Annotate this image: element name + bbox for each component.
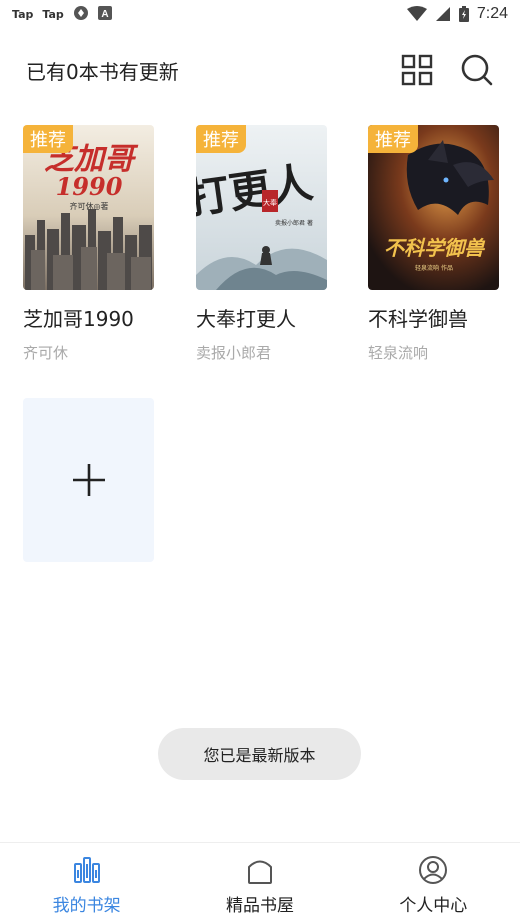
nav-item-bookshelf[interactable]: 我的书架 <box>0 843 173 924</box>
grid-view-icon <box>401 54 433 86</box>
book-item[interactable]: 不科学御兽 轻泉流响 作品 推荐 不科学御兽 轻泉流响 <box>368 125 499 363</box>
profile-icon <box>419 856 448 884</box>
book-cover[interactable]: 芝加哥 1990 齐可休◎著 推荐 <box>23 125 154 290</box>
battery-icon <box>458 6 469 22</box>
status-bar: Tap Tap A 7:24 <box>0 0 520 28</box>
book-author: 轻泉流响 <box>368 344 429 362</box>
book-item[interactable]: 芝加哥 1990 齐可休◎著 推荐 芝加哥1990 齐可休 <box>23 125 154 363</box>
plus-icon <box>72 464 105 496</box>
taptap-icon: Tap <box>42 7 64 21</box>
sync-icon <box>73 5 89 24</box>
bookshelf-icon <box>73 857 100 883</box>
book-cover[interactable]: 不科学御兽 轻泉流响 作品 推荐 <box>368 125 499 290</box>
nav-item-profile[interactable]: 个人中心 <box>347 843 520 924</box>
book-item[interactable]: 打更人 大奉 卖报小郎君 著 推荐 大奉打更人 卖报小郎君 <box>196 125 327 363</box>
recommend-badge: 推荐 <box>23 125 73 153</box>
cover-title-text: 不科学御兽 <box>384 236 486 260</box>
nav-label: 个人中心 <box>399 896 468 916</box>
signal-icon <box>435 6 451 22</box>
bottom-nav: 我的书架 精品书屋 个人中心 <box>0 842 520 924</box>
toast-message: 您已是最新版本 <box>158 728 361 780</box>
update-summary-title: 已有0本书有更新 <box>26 59 179 84</box>
cover-byline-text: 齐可休◎著 <box>70 201 109 211</box>
house-icon <box>247 860 272 884</box>
clock: 7:24 <box>476 5 508 22</box>
wifi-icon <box>406 6 427 22</box>
add-book-button[interactable] <box>23 398 154 562</box>
grid-view-button[interactable] <box>400 53 434 87</box>
cover-seal-text: 大奉 <box>263 198 277 207</box>
book-title[interactable]: 大奉打更人 <box>196 303 327 332</box>
cover-byline-text: 卖报小郎君 著 <box>275 219 313 227</box>
taptap-icon: Tap <box>12 7 34 21</box>
recommend-badge: 推荐 <box>368 125 418 153</box>
book-title[interactable]: 芝加哥1990 <box>23 303 154 332</box>
search-button[interactable] <box>460 53 494 87</box>
nav-label: 我的书架 <box>52 896 121 916</box>
cover-byline-text: 轻泉流响 作品 <box>415 264 453 272</box>
nav-item-store[interactable]: 精品书屋 <box>173 843 346 924</box>
search-icon <box>461 54 493 86</box>
book-author: 卖报小郎君 <box>196 344 272 362</box>
book-author: 齐可休 <box>23 344 69 362</box>
nav-label: 精品书屋 <box>225 896 294 916</box>
recommend-badge: 推荐 <box>196 125 246 153</box>
book-title[interactable]: 不科学御兽 <box>368 303 499 332</box>
cover-number-text: 1990 <box>56 172 123 201</box>
book-cover[interactable]: 打更人 大奉 卖报小郎君 著 推荐 <box>196 125 327 290</box>
svg-text:A: A <box>101 9 108 20</box>
header: 已有0本书有更新 <box>0 50 520 90</box>
a-icon: A <box>97 5 112 23</box>
